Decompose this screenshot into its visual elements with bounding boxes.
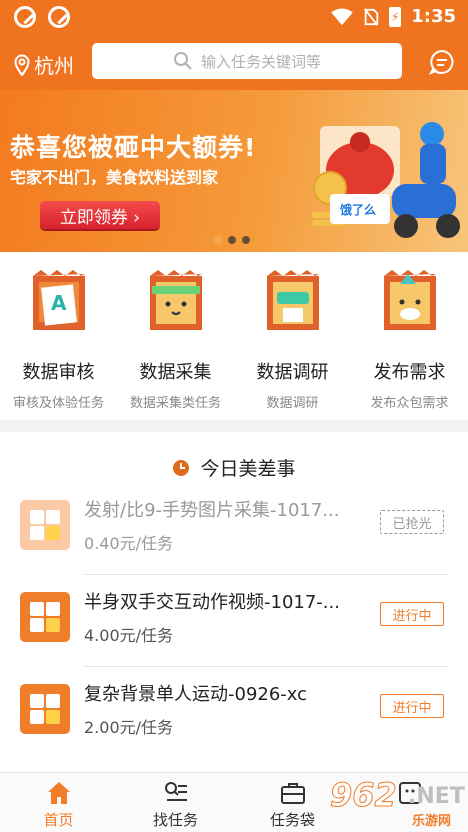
- category-name: 发布需求: [373, 362, 446, 383]
- data-survey-icon: [266, 270, 319, 330]
- watermark-number: 962: [330, 776, 398, 815]
- category-data-review[interactable]: A 数据审核 审核及体验任务: [0, 270, 117, 411]
- divider: [84, 574, 448, 575]
- no-sim-icon: [364, 7, 379, 26]
- search-icon: [173, 52, 192, 70]
- carousel-indicator[interactable]: [214, 236, 250, 244]
- tab-label: 任务袋: [269, 811, 315, 829]
- search-placeholder: 输入任务关键词等: [200, 52, 321, 71]
- task-price: 2.00元/任务: [84, 718, 174, 737]
- category-grid: A 数据审核 审核及体验任务 数据采集 数据采集类任务 数据调研 数据调研 发布…: [0, 252, 468, 420]
- task-item[interactable]: 复杂背景单人运动-0926-xc 2.00元/任务 进行中: [20, 672, 448, 744]
- app-notification-icon: [48, 6, 70, 28]
- section-title: 今日美差事: [200, 458, 296, 480]
- task-price: 0.40元/任务: [84, 534, 174, 553]
- category-desc: 数据采集类任务: [129, 396, 221, 411]
- tab-find-task[interactable]: 找任务: [117, 779, 234, 830]
- carousel-dot[interactable]: [242, 236, 250, 244]
- top-header: 杭州 输入任务关键词等: [0, 36, 468, 90]
- promo-banner[interactable]: 恭喜您被砸中大额券! 宅家不出门，美食饮料送到家 立即领券 › 饿了么: [0, 90, 468, 252]
- banner-title: 恭喜您被砸中大额券!: [10, 133, 257, 162]
- task-status-badge[interactable]: 进行中: [380, 694, 444, 718]
- tab-label: 首页: [43, 811, 74, 829]
- banner-brand-text: 饿了么: [339, 202, 376, 217]
- task-status-badge[interactable]: 进行中: [380, 602, 444, 626]
- task-status-badge: 已抢光: [380, 510, 444, 534]
- banner-subtitle: 宅家不出门，美食饮料送到家: [10, 168, 219, 187]
- task-grid-icon: [20, 684, 70, 734]
- location-pin-icon: [14, 54, 30, 76]
- category-desc: 发布众包需求: [370, 396, 449, 411]
- city-selector[interactable]: 杭州: [14, 50, 74, 79]
- task-item[interactable]: 半身双手交互动作视频-1017-... 4.00元/任务 进行中: [20, 580, 448, 652]
- svg-text:A: A: [51, 291, 67, 315]
- task-item[interactable]: 发射/比9-手势图片采集-1017... 0.40元/任务 已抢光: [20, 488, 448, 560]
- watermark-net: .NET: [408, 784, 465, 809]
- task-title: 复杂背景单人运动-0926-xc: [84, 684, 308, 705]
- category-name: 数据调研: [256, 362, 329, 383]
- delivery-rider-illustration: 饿了么: [312, 122, 460, 238]
- message-icon[interactable]: [428, 48, 456, 76]
- status-bar: 1:35: [0, 0, 468, 36]
- category-name: 数据审核: [22, 362, 95, 383]
- task-grid-icon: [20, 500, 70, 550]
- task-price: 4.00元/任务: [84, 626, 174, 645]
- tab-home[interactable]: 首页: [0, 779, 117, 830]
- category-data-collection[interactable]: 数据采集 数据采集类任务: [117, 270, 234, 411]
- category-publish-demand[interactable]: 发布需求 发布众包需求: [351, 270, 468, 411]
- battery-charging-icon: [389, 6, 402, 27]
- data-collection-icon: [149, 270, 202, 330]
- wifi-icon: [331, 7, 354, 25]
- app-notification-icon: [14, 6, 36, 28]
- publish-demand-icon: [383, 270, 436, 330]
- city-label: 杭州: [34, 54, 74, 78]
- carousel-dot[interactable]: [228, 236, 236, 244]
- divider: [84, 666, 448, 667]
- carousel-dot[interactable]: [214, 236, 222, 244]
- task-title: 发射/比9-手势图片采集-1017...: [84, 500, 340, 521]
- category-desc: 数据调研: [266, 396, 319, 411]
- category-data-survey[interactable]: 数据调研 数据调研: [234, 270, 351, 411]
- clock-icon: [173, 459, 190, 476]
- category-name: 数据采集: [139, 362, 212, 383]
- site-watermark: 962 .NET 乐游网: [330, 776, 465, 830]
- search-input[interactable]: 输入任务关键词等: [92, 43, 402, 79]
- tab-label: 找任务: [152, 811, 198, 829]
- watermark-site: 乐游网: [412, 814, 452, 829]
- find-task-icon: [164, 782, 187, 801]
- clock-time: 1:35: [411, 6, 456, 27]
- claim-coupon-button[interactable]: 立即领券 ›: [40, 201, 160, 229]
- section-header: 今日美差事: [0, 454, 468, 481]
- data-review-icon: A: [32, 270, 85, 330]
- home-icon: [47, 782, 70, 804]
- today-tasks-section: 今日美差事 发射/比9-手势图片采集-1017... 0.40元/任务 已抢光 …: [0, 432, 468, 772]
- task-title: 半身双手交互动作视频-1017-...: [84, 592, 340, 613]
- task-bag-icon: [280, 783, 305, 804]
- task-grid-icon: [20, 592, 70, 642]
- category-desc: 审核及体验任务: [12, 396, 104, 411]
